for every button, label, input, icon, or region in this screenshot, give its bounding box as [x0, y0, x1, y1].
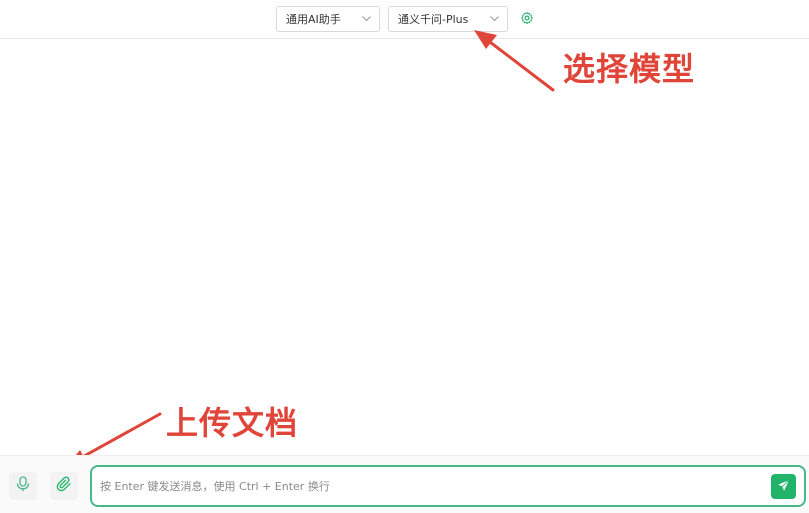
input-bar — [0, 455, 809, 513]
microphone-button[interactable] — [9, 472, 37, 500]
chat-message-area — [0, 40, 809, 450]
annotation-select-model: 选择模型 — [563, 50, 696, 88]
send-button[interactable] — [771, 474, 796, 499]
annotation-upload-doc: 上传文档 — [166, 404, 299, 442]
model-select[interactable]: 通义千问-Plus — [388, 6, 508, 32]
gear-icon[interactable] — [519, 10, 535, 26]
attach-file-button[interactable] — [50, 472, 78, 500]
chevron-down-icon — [489, 14, 499, 24]
top-header: 通用AI助手 通义千问-Plus — [0, 0, 809, 39]
message-input[interactable] — [100, 467, 760, 505]
model-select-value: 通义千问-Plus — [398, 13, 469, 26]
chat-app: 通用AI助手 通义千问-Plus 选择模型 上传文档 按 Enter 键发送消息… — [0, 0, 809, 513]
microphone-icon — [16, 476, 30, 496]
message-input-container — [90, 465, 806, 507]
assistant-select[interactable]: 通用AI助手 — [276, 6, 380, 32]
assistant-select-value: 通用AI助手 — [286, 13, 341, 26]
send-icon — [777, 477, 790, 496]
paperclip-icon — [56, 476, 72, 496]
chevron-down-icon — [361, 14, 371, 24]
